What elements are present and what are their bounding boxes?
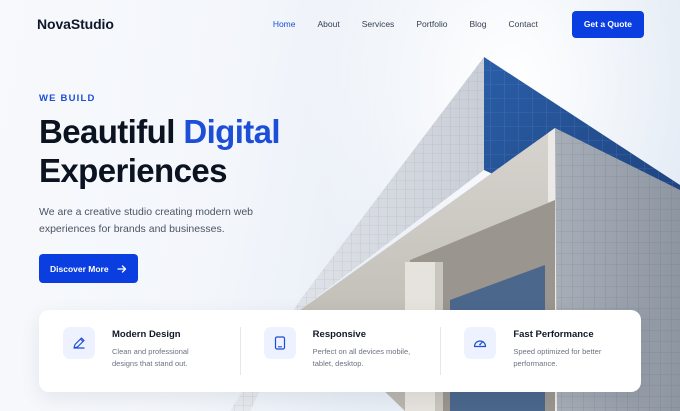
feature-modern-design: Modern Design Clean and professional des…	[39, 327, 240, 375]
feature-title: Modern Design	[112, 329, 181, 340]
feature-icon-box	[464, 327, 497, 359]
feature-icon-box	[63, 327, 95, 359]
feature-body: Modern Design Clean and professional des…	[112, 327, 212, 369]
feature-title: Fast Performance	[513, 329, 594, 340]
gauge-icon	[474, 340, 487, 348]
headline-part2: Experiences	[39, 152, 227, 189]
feature-responsive: Responsive Perfect on all devices mobile…	[239, 327, 441, 375]
feature-description: Speed optimized for better performance.	[513, 347, 602, 368]
nav-links: Home About Services Portfolio Blog Conta…	[262, 19, 549, 29]
arrow-right-icon	[116, 264, 126, 273]
nav-link-services[interactable]: Services	[351, 19, 406, 29]
feature-title: Responsive	[312, 329, 366, 340]
feature-description: Perfect on all devices mobile, tablet, d…	[312, 347, 411, 368]
nav-link-contact[interactable]: Contact	[498, 19, 549, 29]
get-quote-button[interactable]: Get a Quote	[571, 10, 644, 38]
nav-link-home[interactable]: Home	[262, 19, 307, 29]
discover-more-label: Discover More	[50, 263, 109, 274]
hero-description: We are a creative studio creating modern…	[39, 206, 253, 235]
feature-body: Responsive Perfect on all devices mobile…	[313, 327, 413, 369]
navbar: NovaStudio Home About Services Portfolio…	[0, 0, 680, 48]
headline-accent: Digital	[183, 113, 280, 150]
headline-part1: Beautiful	[39, 113, 175, 150]
pen-icon	[73, 337, 85, 349]
discover-more-button[interactable]: Discover More	[39, 254, 138, 283]
nav-link-blog[interactable]: Blog	[459, 19, 498, 29]
feature-description: Clean and professional designs that stan…	[112, 347, 189, 368]
feature-icon-box	[263, 327, 296, 359]
hero-headline: Beautiful Digital Experiences	[39, 112, 339, 190]
brand-logo[interactable]: NovaStudio	[37, 16, 114, 32]
features-card: Modern Design Clean and professional des…	[39, 310, 641, 392]
nav-link-portfolio[interactable]: Portfolio	[405, 19, 458, 29]
feature-body: Fast Performance Speed optimized for bet…	[513, 327, 613, 369]
hero-content: WE BUILD Beautiful Digital Experiences W…	[39, 93, 339, 283]
feature-fast-performance: Fast Performance Speed optimized for bet…	[440, 327, 641, 375]
tablet-icon	[274, 336, 285, 350]
hero-eyebrow: WE BUILD	[39, 93, 96, 104]
nav-link-about[interactable]: About	[307, 19, 351, 29]
